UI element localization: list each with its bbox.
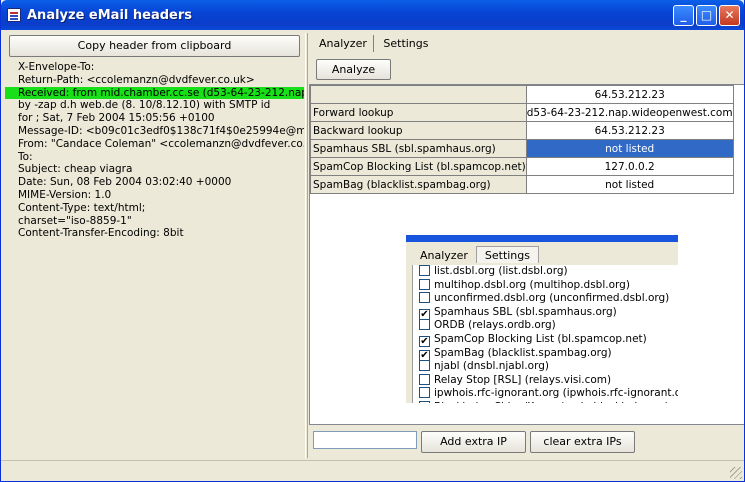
result-value-cell[interactable]: 64.53.212.23 [525,121,734,140]
blocklist-item[interactable]: ✔ Spamhaus SBL (sbl.spamhaus.org) [413,306,678,320]
result-value-cell[interactable]: not listed [525,139,734,158]
table-row[interactable]: Spamhaus SBL (sbl.spamhaus.org) not liste… [310,139,734,158]
checkbox-icon[interactable] [419,387,430,399]
inset-tab-analyzer[interactable]: Analyzer [412,247,476,263]
checkbox-icon[interactable] [419,265,430,276]
header-line[interactable]: MIME-Version: 1.0 [5,189,304,202]
header-line[interactable]: Return-Path: <ccolemanzn@dvdfever.co.uk> [5,74,304,87]
blocklist-item[interactable]: ✔ SpamCop Blocking List (bl.spamcop.net) [413,333,678,347]
blocklist-item-label: SpamBag (blacklist.spambag.org) [434,346,612,359]
extra-ip-input[interactable] [313,431,417,449]
ip-header-cell: 64.53.212.23 [525,85,734,104]
checkbox-icon[interactable] [419,292,430,304]
header-line[interactable]: Date: Sun, 08 Feb 2004 03:02:40 +0000 [5,176,304,189]
checkbox-icon[interactable] [419,360,430,372]
main-window: Analyze eMail headers _ □ ✕ Copy header … [0,0,745,482]
checkbox-checked-icon[interactable]: ✔ [419,335,430,347]
splitter[interactable] [305,33,308,458]
table-row[interactable]: SpamCop Blocking List (bl.spamcop.net) 12… [310,157,734,176]
inset-title-bar [406,235,678,242]
inset-tab-strip: Analyzer Settings [412,246,539,263]
blocklist-item-label: Spamhaus SBL (sbl.spamhaus.org) [434,305,617,318]
header-line[interactable]: To: [5,151,304,164]
analyzer-panel: Analyzer Settings Analyze 64.53.212.23 F… [309,33,745,458]
result-key-cell: Forward lookup [310,103,527,122]
result-key-cell: SpamBag (blacklist.spambag.org) [310,175,527,194]
checkbox-icon[interactable] [419,319,430,331]
blocklist-item-label: njabl (dnsbl.njabl.org) [434,360,549,373]
blocklist-item[interactable]: Relay Stop [RSL] (relays.visi.com) [413,373,678,388]
table-row[interactable]: Forward lookup d53-64-23-212.nap.wideopen… [310,103,734,122]
copy-header-button[interactable]: Copy header from clipboard [9,35,300,57]
header-line[interactable]: Subject: cheap viagra [5,163,304,176]
blocklist-item[interactable]: ORDB (relays.ordb.org) [413,319,678,333]
header-line[interactable]: for ; Sat, 7 Feb 2004 15:05:56 +0100 [5,112,304,125]
blocklist-item[interactable]: ✔ SpamBag (blacklist.spambag.org) [413,347,678,361]
blocklist-item[interactable]: list.dsbl.org (list.dsbl.org) [413,265,678,279]
checkbox-icon[interactable] [419,373,430,385]
table-header-row: 64.53.212.23 [310,85,734,104]
header-line[interactable]: X-Envelope-To: [5,61,304,74]
result-key-cell: SpamCop Blocking List (bl.spamcop.net) [310,157,527,176]
header-line[interactable]: Received: from mid.chamber.cc.se (d53-64… [5,86,304,100]
resize-grip-icon[interactable] [730,467,742,479]
blocklist-item-label: ipwhois.rfc-ignorant.org (ipwhois.rfc-ig… [434,387,678,400]
clear-extra-ips-button[interactable]: clear extra IPs [530,431,635,453]
add-extra-ip-button[interactable]: Add extra IP [421,431,526,453]
title-bar[interactable]: Analyze eMail headers _ □ ✕ [1,0,744,30]
header-panel: Copy header from clipboard X-Envelope-To… [5,33,304,458]
settings-inset-screenshot: Analyzer Settings list.dsbl.org (list.dsb… [406,235,678,403]
results-table: 64.53.212.23 Forward lookup d53-64-23-212… [310,85,734,194]
status-bar [1,460,744,481]
result-value-cell[interactable]: not listed [525,175,734,194]
blocklist-item-label: Relay Stop [RSL] (relays.visi.com) [434,373,612,386]
inset-tab-settings[interactable]: Settings [475,246,539,263]
blocklist-item-label: SpamCop Blocking List (bl.spamcop.net) [434,332,647,345]
header-line[interactable]: by -zap d.h web.de (8. 10/8.12.10) with … [5,99,304,112]
checkbox-checked-icon[interactable]: ✔ [419,349,430,361]
blocklist-item-label: ORDB (relays.ordb.org) [434,319,556,332]
table-row[interactable]: Backward lookup 64.53.212.23 [310,121,734,140]
table-corner [310,85,527,104]
blocklist-checklist: list.dsbl.org (list.dsbl.org) multihop.ds… [412,265,678,403]
result-value-cell[interactable]: d53-64-23-212.nap.wideopenwest.com [525,103,734,122]
close-icon[interactable]: ✕ [719,5,740,26]
window-title: Analyze eMail headers [27,8,193,23]
blocklist-item[interactable]: njabl (dnsbl.njabl.org) [413,360,678,374]
blocklist-item[interactable]: multihop.dsbl.org (multihop.dsbl.org) [413,278,678,293]
header-line[interactable]: charset="iso-8859-1" [5,215,304,228]
header-line[interactable]: Message-ID: <b09c01c3edf0$138c71f4$0e259… [5,125,304,138]
header-line[interactable]: Content-Transfer-Encoding: 8bit [5,227,304,240]
results-grid[interactable]: 64.53.212.23 Forward lookup d53-64-23-212… [309,84,744,425]
table-row[interactable]: SpamBag (blacklist.spambag.org) not liste… [310,175,734,194]
blocklist-item-label: list.dsbl.org (list.dsbl.org) [434,265,568,277]
blocklist-item-label: Blackholes China/Korea (cn-kr.blackholes… [434,401,669,403]
checkbox-icon[interactable] [419,278,430,290]
header-line[interactable]: Content-Type: text/html; [5,202,304,215]
app-icon [7,8,21,22]
tab-strip: Analyzer Settings [313,35,435,55]
bottom-toolbar: Add extra IP clear extra IPs [309,427,745,457]
header-lines[interactable]: X-Envelope-To: Return-Path: <ccolemanzn@d… [5,61,304,240]
blocklist-item-label: unconfirmed.dsbl.org (unconfirmed.dsbl.o… [434,292,670,305]
blocklist-item[interactable]: ipwhois.rfc-ignorant.org (ipwhois.rfc-ig… [413,387,678,401]
checkbox-icon[interactable] [419,400,430,403]
result-key-cell: Backward lookup [310,121,527,140]
blocklist-item[interactable]: Blackholes China/Korea (cn-kr.blackholes… [413,400,678,403]
minimize-icon[interactable]: _ [673,5,694,26]
tab-analyzer[interactable]: Analyzer [313,35,374,52]
result-key-cell: Spamhaus SBL (sbl.spamhaus.org) [310,139,527,158]
checkbox-checked-icon[interactable]: ✔ [419,308,430,320]
analyze-button[interactable]: Analyze [316,59,391,80]
maximize-icon[interactable]: □ [696,5,717,26]
header-line[interactable]: From: "Candace Coleman" <ccolemanzn@dvdf… [5,138,304,151]
blocklist-item-label: multihop.dsbl.org (multihop.dsbl.org) [434,278,630,291]
result-value-cell[interactable]: 127.0.0.2 [525,157,734,176]
tab-settings[interactable]: Settings [377,35,434,52]
blocklist-item[interactable]: unconfirmed.dsbl.org (unconfirmed.dsbl.o… [413,292,678,306]
